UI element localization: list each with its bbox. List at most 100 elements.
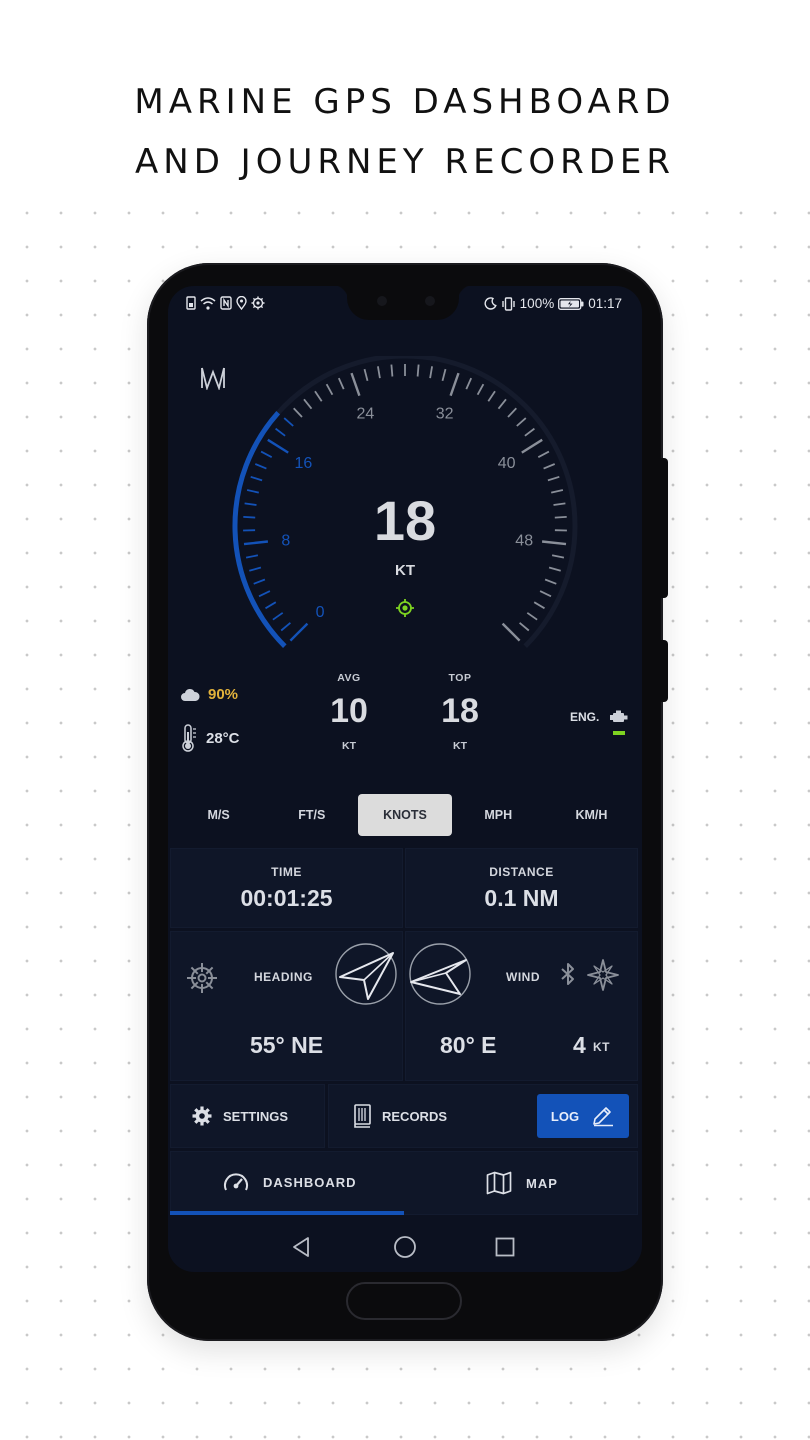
avg-speed-label: AVG <box>337 672 361 684</box>
gauge-minor-tick <box>390 364 394 377</box>
recents-icon[interactable] <box>495 1237 515 1257</box>
gauge-minor-tick <box>250 475 263 482</box>
speedometer-icon <box>224 1173 248 1191</box>
avg-speed-value: 10 <box>330 692 368 730</box>
gauge-minor-tick <box>337 377 345 390</box>
temperature-value: 28°C <box>206 729 240 747</box>
records-button[interactable]: RECORDS <box>352 1104 447 1128</box>
unit-option-km-h[interactable]: KM/H <box>545 794 638 836</box>
gauge-tick-label: 48 <box>515 532 533 549</box>
pencil-icon <box>593 1107 614 1127</box>
wind-speed-unit: KT <box>593 1040 610 1054</box>
app-screen: 100% 01:17 0 8 16 24 32 40 48 18 KT AVG 10 KT … <box>168 286 642 1272</box>
cloud-icon <box>181 688 200 701</box>
gauge-minor-tick <box>377 366 381 379</box>
records-label: RECORDS <box>382 1108 448 1124</box>
gauge-minor-tick <box>293 407 303 418</box>
gauge-progress-arc <box>232 411 287 648</box>
gauge-minor-tick <box>283 417 294 427</box>
battery-icon <box>558 297 584 310</box>
gauge-major-tick <box>243 540 269 546</box>
distance-label: DISTANCE <box>489 865 554 879</box>
top-speed-value: 18 <box>441 692 479 730</box>
gauge-major-tick <box>449 372 460 397</box>
gauge-minor-tick <box>516 417 527 427</box>
tab-dashboard-label: DASHBOARD <box>263 1174 357 1190</box>
gauge-minor-tick <box>553 502 566 506</box>
sensor-icon <box>425 296 435 306</box>
gauge-major-tick <box>267 438 289 454</box>
moon-icon <box>484 297 497 310</box>
gauge-tick-label: 8 <box>281 532 290 549</box>
home-nav-icon[interactable] <box>393 1235 417 1259</box>
promo-headline-line-1: MARINE GPS DASHBOARD <box>134 82 676 122</box>
log-button[interactable]: LOG <box>537 1094 629 1138</box>
gauge-major-tick <box>350 372 361 397</box>
bluetooth-icon[interactable] <box>560 962 576 986</box>
power-button <box>661 640 668 702</box>
gauge-minor-tick <box>254 463 267 470</box>
time-label: TIME <box>271 865 302 879</box>
gauge-minor-tick <box>245 554 259 559</box>
unit-option-knots[interactable]: KNOTS <box>358 794 452 836</box>
gauge-minor-tick <box>303 398 313 410</box>
gauge-minor-tick <box>441 368 447 382</box>
gauge-minor-tick <box>519 622 530 632</box>
gauge-minor-tick <box>524 427 535 437</box>
gauge-minor-tick <box>544 578 557 585</box>
gauge-minor-tick <box>416 364 420 377</box>
gauge-minor-tick <box>265 601 277 610</box>
heading-value: 55° NE <box>249 1032 324 1058</box>
gauge-minor-tick <box>429 366 433 379</box>
gauge-minor-tick <box>280 622 291 632</box>
unit-selector: M/S FT/S KNOTS MPH KM/H <box>172 794 638 836</box>
gauge-minor-tick <box>537 450 550 458</box>
time-panel: TIME 00:01:25 <box>170 848 403 928</box>
camera-notch <box>331 284 475 320</box>
humidity-value: 90% <box>208 686 239 703</box>
vibrate-icon <box>501 296 515 311</box>
selected-tab-indicator <box>170 1211 404 1215</box>
unit-option-mph[interactable]: MPH <box>452 794 545 836</box>
gauge-minor-tick <box>533 601 545 610</box>
location-icon <box>236 296 247 310</box>
gauge-major-tick <box>289 622 309 642</box>
gauge-minor-tick <box>314 390 323 402</box>
gauge-minor-tick <box>275 427 286 437</box>
settings-icon <box>251 296 265 310</box>
home-button[interactable] <box>346 1282 462 1320</box>
gauge-tick-label: 0 <box>316 604 325 621</box>
gauge-major-tick <box>521 438 543 454</box>
gauge-minor-tick <box>476 383 485 396</box>
gauge-minor-tick <box>465 377 473 390</box>
gauge-minor-tick <box>260 450 273 458</box>
battery-percent: 100% <box>519 296 555 311</box>
wind-label: WIND <box>506 970 540 984</box>
unit-option-m-s[interactable]: M/S <box>172 794 265 836</box>
temperature-readout: 28°C <box>180 724 240 752</box>
back-icon[interactable] <box>291 1236 313 1258</box>
gauge-tick-label: 16 <box>295 455 313 472</box>
thermometer-icon <box>182 724 196 752</box>
wind-direction: 80° E <box>440 1032 497 1058</box>
nfc-icon <box>220 296 232 310</box>
status-bar-right: 100% 01:17 <box>484 296 622 311</box>
gauge-minor-tick <box>497 398 507 410</box>
helm-icon <box>187 963 217 993</box>
time-value: 00:01:25 <box>240 885 333 911</box>
engine-status-indicator <box>613 731 625 735</box>
status-bar-left <box>186 296 265 310</box>
gauge-minor-tick <box>507 407 517 418</box>
unit-option-ft-s[interactable]: FT/S <box>265 794 358 836</box>
front-camera-icon <box>377 296 387 306</box>
log-label: LOG <box>550 1108 580 1124</box>
settings-button[interactable]: SETTINGS <box>170 1084 325 1148</box>
gauge-minor-tick <box>243 516 256 519</box>
tab-dashboard[interactable]: DASHBOARD <box>223 1171 357 1193</box>
tab-map[interactable]: MAP <box>486 1171 558 1195</box>
gauge-minor-tick <box>249 566 262 572</box>
engine-label: ENG. <box>570 710 600 724</box>
clock: 01:17 <box>588 296 622 311</box>
gauge-minor-tick <box>547 475 560 482</box>
engine-status[interactable]: ENG. <box>570 710 629 724</box>
